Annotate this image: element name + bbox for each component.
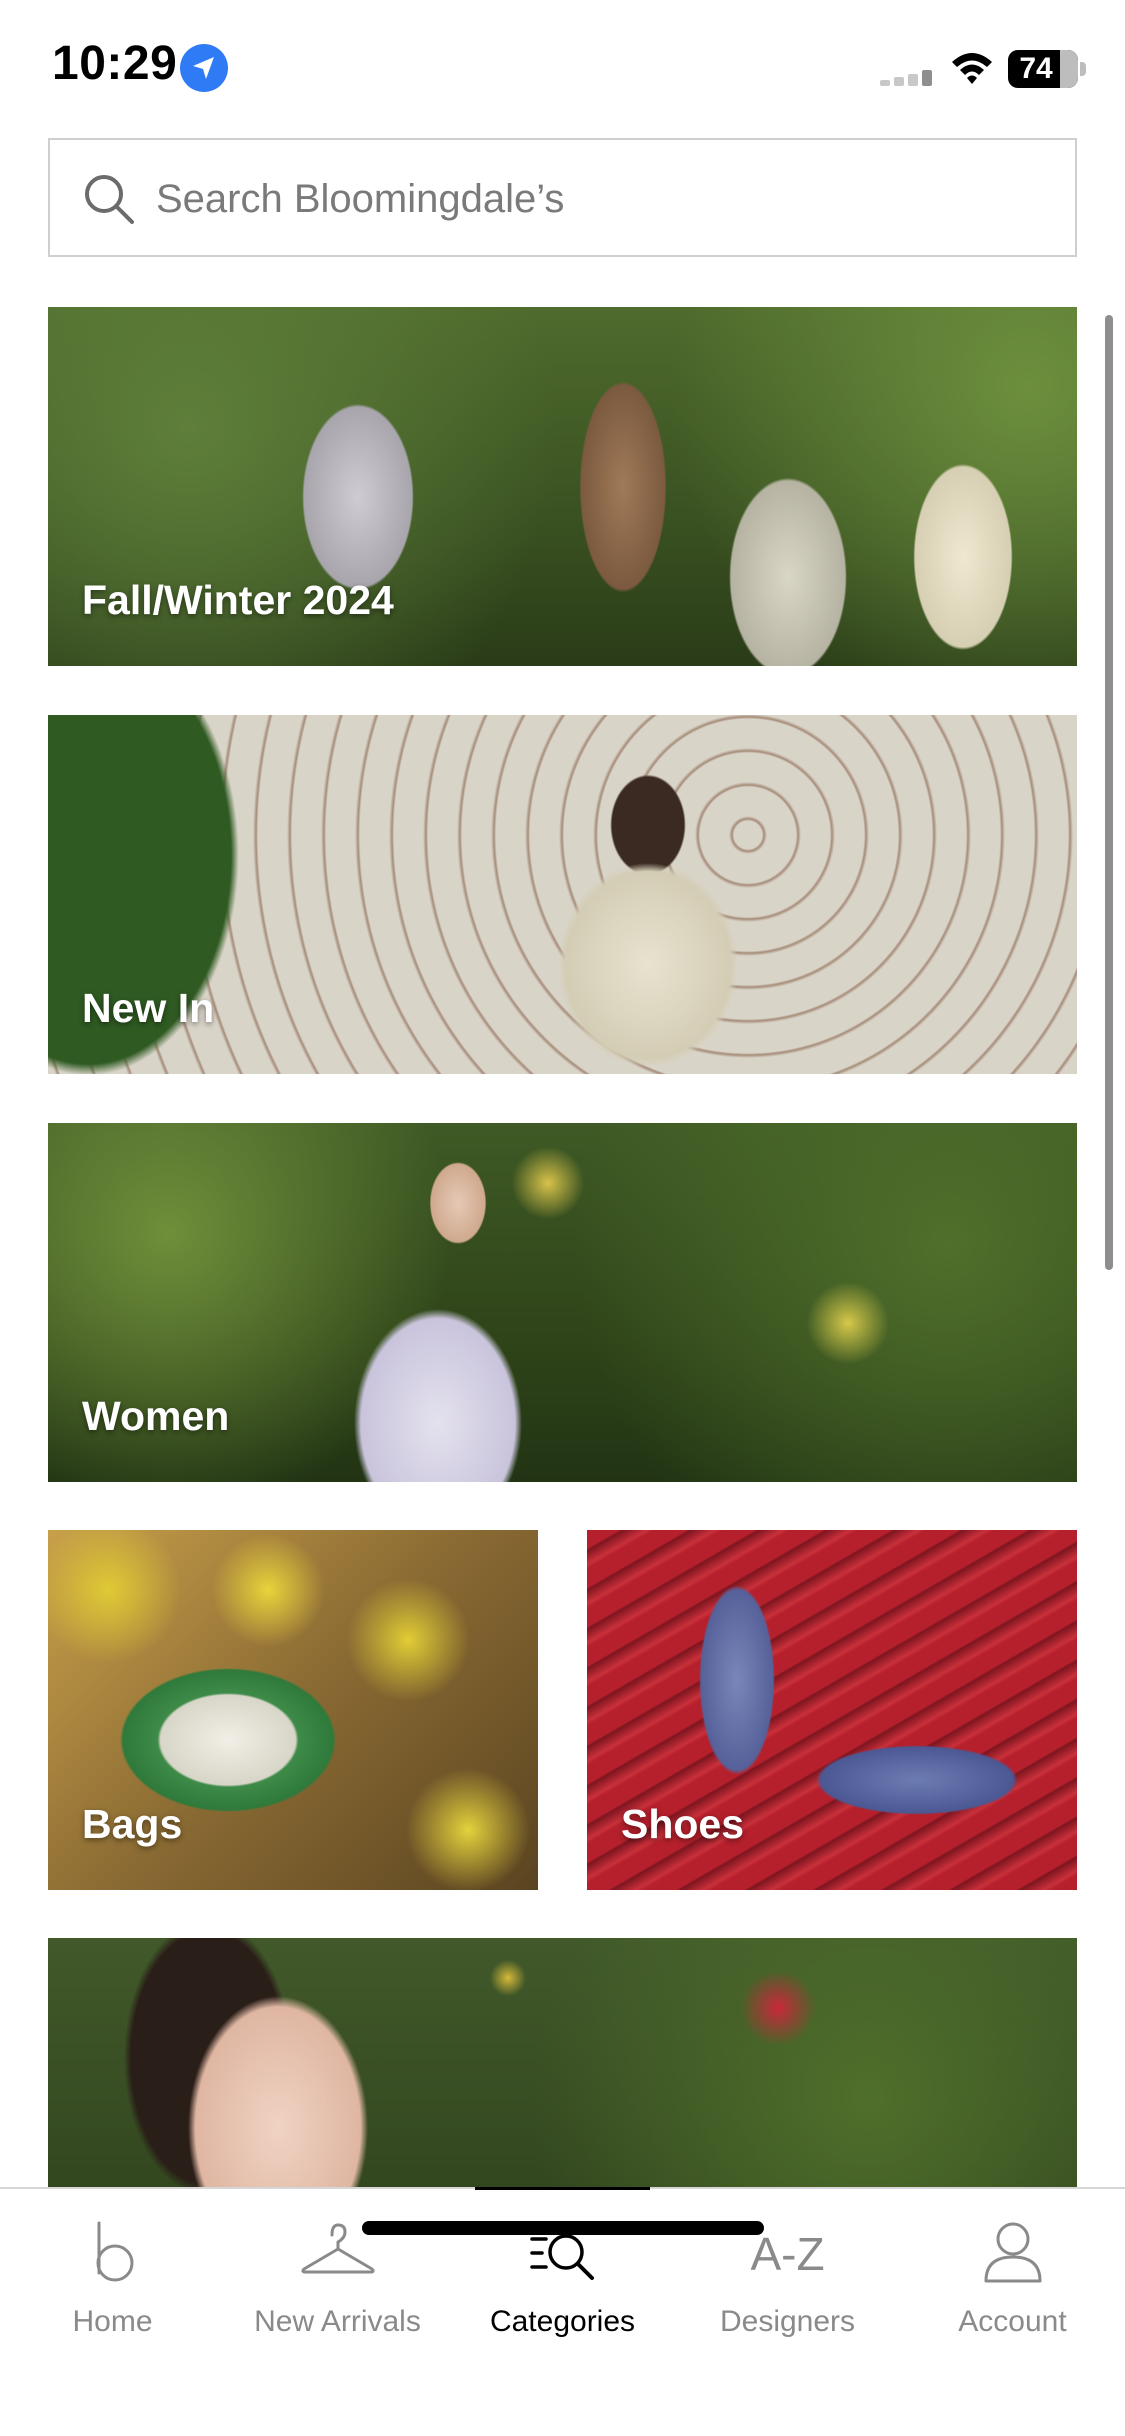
tab-label: Account: [958, 2305, 1067, 2338]
wifi-icon: [948, 48, 996, 93]
category-tile-fall-winter-2024[interactable]: Fall/Winter 2024: [48, 307, 1077, 666]
category-tile-shoes[interactable]: Shoes: [587, 1530, 1077, 1890]
battery-tip: [1080, 62, 1086, 76]
status-bar: 10:29 74: [0, 0, 1125, 130]
scrollbar[interactable]: [1105, 315, 1113, 1270]
battery-level: 74: [1019, 52, 1053, 85]
search-bar[interactable]: [48, 138, 1077, 257]
location-arrow-icon: [180, 44, 228, 92]
tab-label: Designers: [719, 2305, 856, 2338]
tab-label: New Arrivals: [254, 2305, 421, 2338]
battery-icon: 74: [1008, 50, 1078, 88]
tab-new-arrivals[interactable]: New Arrivals: [225, 2189, 450, 2359]
category-label: Bags: [82, 1801, 183, 1847]
home-b-icon: [0, 2217, 225, 2291]
tab-account[interactable]: Account: [900, 2189, 1125, 2359]
cellular-signal-icon: [880, 68, 934, 86]
tab-categories[interactable]: Categories: [450, 2189, 675, 2359]
account-person-icon: [900, 2217, 1125, 2291]
category-label: Women: [82, 1393, 230, 1439]
search-icon: [82, 172, 136, 231]
tab-label: Home: [72, 2305, 153, 2338]
search-input[interactable]: [156, 164, 1036, 234]
category-tile-women[interactable]: Women: [48, 1123, 1077, 1482]
category-tile-new-in[interactable]: New In: [48, 715, 1077, 1074]
category-label: Shoes: [621, 1801, 745, 1847]
category-tile-bags[interactable]: Bags: [48, 1530, 538, 1890]
tab-designers[interactable]: A-Z Designers: [675, 2189, 900, 2359]
tab-label: Categories: [489, 2305, 636, 2338]
status-time: 10:29: [52, 37, 178, 90]
category-tile-partial[interactable]: [48, 1938, 1077, 2188]
category-label: New In: [82, 985, 215, 1031]
category-label: Fall/Winter 2024: [82, 577, 394, 623]
tab-home[interactable]: Home: [0, 2189, 225, 2359]
home-indicator[interactable]: [362, 2221, 764, 2235]
